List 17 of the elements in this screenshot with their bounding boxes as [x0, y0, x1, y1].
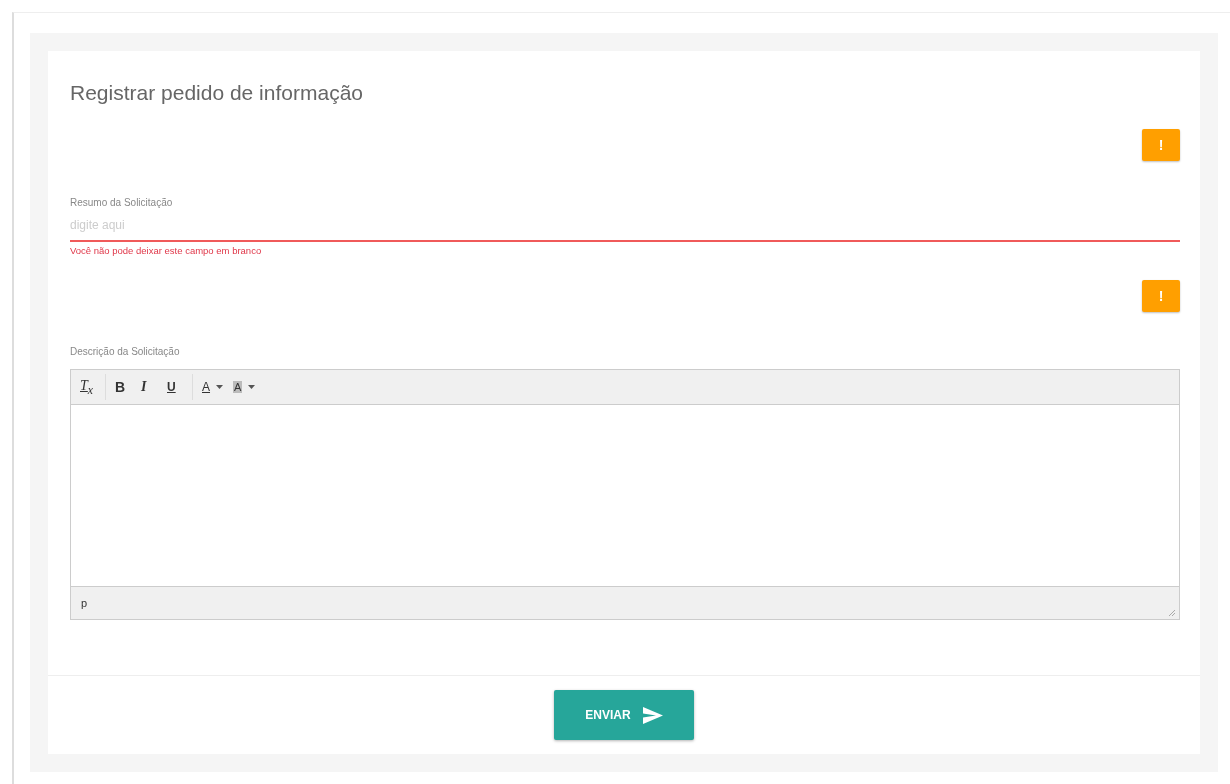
- caret-icon: [248, 385, 256, 389]
- error-message: Você não pode deixar este campo em branco: [70, 245, 263, 256]
- alert-badge: !: [1142, 129, 1180, 161]
- underline-button[interactable]: U: [162, 374, 188, 400]
- clear-button[interactable]: T$_{x}$: [75, 374, 101, 400]
- alert-badge: !: [1142, 280, 1180, 312]
- field-label: Descrição da Solicitação: [70, 346, 181, 357]
- caret-icon: [216, 385, 223, 389]
- form-title: Registrar pedido de informação: [70, 81, 364, 105]
- color-button[interactable]: A: [197, 374, 228, 400]
- element-path: p: [81, 597, 88, 609]
- send-icon: [642, 706, 663, 724]
- resize-handle-icon[interactable]: [1168, 609, 1175, 616]
- bold-button[interactable]: B: [110, 374, 136, 400]
- background-button[interactable]: A: [228, 374, 261, 400]
- italic-button[interactable]: I: [136, 374, 162, 400]
- field-label: Resumo da Solicitação: [70, 197, 174, 208]
